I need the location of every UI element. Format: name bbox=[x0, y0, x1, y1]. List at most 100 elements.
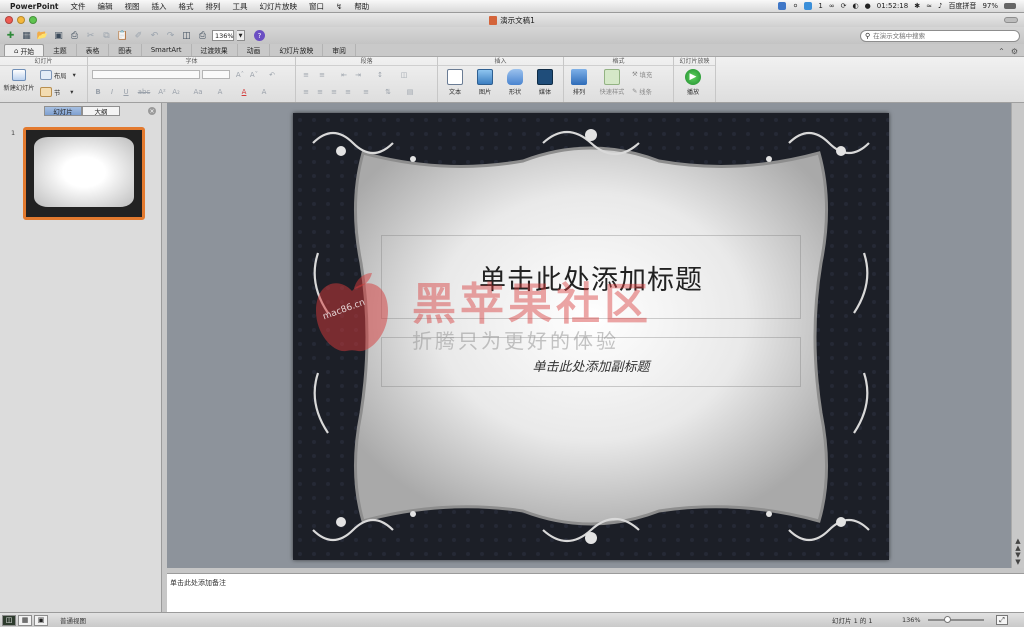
insert-picture-button[interactable]: 图片 bbox=[472, 69, 498, 96]
finder-icon[interactable] bbox=[778, 2, 787, 10]
script-menu-icon[interactable]: ↯ bbox=[330, 2, 348, 11]
paste-icon[interactable]: 📋 bbox=[116, 30, 129, 42]
slide-thumbnail[interactable] bbox=[23, 127, 145, 220]
grow-font-icon[interactable]: Aˆ bbox=[234, 70, 246, 80]
slide-sorter-button[interactable]: ▦ bbox=[18, 614, 32, 626]
tab-home[interactable]: ⌂ 开始 bbox=[4, 44, 45, 56]
align-text-icon[interactable]: ▤ bbox=[404, 87, 416, 97]
fill-button[interactable]: ⚒ 填充 bbox=[632, 70, 652, 79]
tab-charts[interactable]: 图表 bbox=[109, 44, 142, 56]
copy-icon[interactable]: ⧉ bbox=[100, 30, 113, 42]
font-size-select[interactable] bbox=[202, 70, 230, 79]
zoom-slider-handle[interactable] bbox=[944, 616, 951, 623]
search-box[interactable]: ⚲ bbox=[860, 30, 1020, 42]
menu-format[interactable]: 格式 bbox=[173, 1, 200, 12]
clear-format-icon[interactable]: ↶ bbox=[266, 70, 278, 80]
printer-icon[interactable]: ⎙ bbox=[196, 30, 209, 42]
redo-icon[interactable]: ↷ bbox=[164, 30, 177, 42]
minimize-window-button[interactable] bbox=[17, 16, 25, 24]
arrange-button[interactable]: 排列 bbox=[566, 69, 592, 96]
menu-help[interactable]: 帮助 bbox=[348, 1, 375, 12]
columns-icon[interactable]: ◫ bbox=[398, 70, 410, 80]
distribute-icon[interactable]: ≡ bbox=[360, 87, 372, 97]
numbering-icon[interactable]: ≡ bbox=[316, 70, 328, 80]
new-document-icon[interactable]: ✚ bbox=[4, 30, 17, 42]
tab-review[interactable]: 审阅 bbox=[323, 44, 356, 56]
undo-icon[interactable]: ↶ bbox=[148, 30, 161, 42]
align-left-icon[interactable]: ≡ bbox=[300, 87, 312, 97]
menu-window[interactable]: 窗口 bbox=[303, 1, 330, 12]
app-menu[interactable]: PowerPoint bbox=[0, 2, 65, 11]
insert-shape-button[interactable]: 形状 bbox=[502, 69, 528, 96]
line-button[interactable]: ✎ 线条 bbox=[632, 87, 652, 96]
normal-view-button[interactable]: ◫ bbox=[2, 614, 16, 626]
templates-icon[interactable]: ▦ bbox=[20, 30, 33, 42]
notes-pane[interactable]: 单击此处添加备注 bbox=[167, 573, 1024, 612]
play-button[interactable]: ▶ 播放 bbox=[680, 69, 706, 96]
zoom-window-button[interactable] bbox=[29, 16, 37, 24]
penguin-icon[interactable]: ● bbox=[865, 2, 871, 10]
font-name-select[interactable] bbox=[92, 70, 200, 79]
sync-circle-icon[interactable]: ⟳ bbox=[841, 2, 847, 10]
search-input[interactable] bbox=[873, 32, 1004, 40]
decrease-indent-icon[interactable]: ⇤ bbox=[338, 70, 350, 80]
sync-icon[interactable]: ⚪ bbox=[792, 2, 798, 10]
menu-tools[interactable]: 工具 bbox=[227, 1, 254, 12]
menu-insert[interactable]: 插入 bbox=[146, 1, 173, 12]
input-method-label[interactable]: 百度拼音 bbox=[948, 1, 976, 11]
volume-icon[interactable]: ♪ bbox=[938, 2, 942, 10]
save-icon[interactable]: ▣ bbox=[52, 30, 65, 42]
tab-tables[interactable]: 表格 bbox=[77, 44, 110, 56]
help-icon[interactable]: ? bbox=[254, 30, 265, 41]
bold-icon[interactable]: B bbox=[92, 87, 104, 97]
new-slide-button[interactable]: 新建幻灯片 bbox=[2, 69, 36, 92]
tab-slides[interactable]: 幻灯片 bbox=[44, 106, 82, 116]
subscript-icon[interactable]: A₂ bbox=[170, 87, 182, 97]
increase-indent-icon[interactable]: ⇥ bbox=[352, 70, 364, 80]
align-right-icon[interactable]: ≡ bbox=[328, 87, 340, 97]
close-window-button[interactable] bbox=[5, 16, 13, 24]
slideshow-view-button[interactable]: ▣ bbox=[34, 614, 48, 626]
align-center-icon[interactable]: ≡ bbox=[314, 87, 326, 97]
menu-view[interactable]: 视图 bbox=[119, 1, 146, 12]
quick-styles-button[interactable]: 快速样式 bbox=[594, 69, 630, 96]
print-icon[interactable]: ⎙ bbox=[68, 30, 81, 42]
text-direction-icon[interactable]: ⇅ bbox=[382, 87, 394, 97]
bluetooth-icon[interactable]: ✱ bbox=[914, 2, 920, 10]
wifi-icon[interactable]: ≈ bbox=[926, 2, 932, 10]
slide-canvas[interactable]: 单击此处添加标题 单击此处添加副标题 bbox=[293, 113, 889, 560]
menu-file[interactable]: 文件 bbox=[65, 1, 92, 12]
insert-media-button[interactable]: 媒体 bbox=[532, 69, 558, 96]
tab-slideshow[interactable]: 幻灯片放映 bbox=[270, 44, 324, 56]
title-placeholder[interactable]: 单击此处添加标题 bbox=[381, 235, 801, 319]
change-case-icon[interactable]: Aa bbox=[192, 87, 204, 97]
toolbar-toggle-button[interactable] bbox=[1004, 17, 1018, 23]
justify-icon[interactable]: ≡ bbox=[342, 87, 354, 97]
link-icon[interactable]: ∞ bbox=[829, 2, 835, 10]
cut-icon[interactable]: ✂ bbox=[84, 30, 97, 42]
menu-arrange[interactable]: 排列 bbox=[200, 1, 227, 12]
superscript-icon[interactable]: A² bbox=[156, 87, 168, 97]
page-nav-arrows-icon[interactable]: ▲ ▲ ▼ ▼ bbox=[1013, 538, 1023, 566]
format-painter-icon[interactable]: ✐ bbox=[132, 30, 145, 42]
section-button[interactable]: 节 ▾ bbox=[40, 87, 73, 97]
subtitle-placeholder[interactable]: 单击此处添加副标题 bbox=[381, 337, 801, 387]
italic-icon[interactable]: I bbox=[106, 87, 118, 97]
qq-icon[interactable] bbox=[804, 2, 813, 10]
font-color-icon[interactable]: A bbox=[238, 87, 250, 97]
bullets-icon[interactable]: ≡ bbox=[300, 70, 312, 80]
tab-outline[interactable]: 大纲 bbox=[82, 106, 120, 116]
line-spacing-icon[interactable]: ↕ bbox=[374, 70, 386, 80]
close-pane-icon[interactable]: × bbox=[148, 107, 156, 115]
tab-themes[interactable]: 主题 bbox=[44, 44, 77, 56]
tab-transitions[interactable]: 过渡效果 bbox=[192, 44, 238, 56]
text-effects-icon[interactable]: A bbox=[214, 87, 226, 97]
vertical-scrollbar[interactable]: ▲ ▲ ▼ ▼ bbox=[1011, 103, 1024, 568]
zoom-dropdown-arrow[interactable]: ▼ bbox=[237, 30, 245, 41]
menu-edit[interactable]: 编辑 bbox=[92, 1, 119, 12]
fit-to-window-icon[interactable]: ⤢ bbox=[996, 615, 1008, 625]
timemachine-icon[interactable]: ◐ bbox=[853, 2, 859, 10]
strikethrough-icon[interactable]: abc bbox=[138, 87, 151, 97]
underline-icon[interactable]: U bbox=[120, 87, 132, 97]
zoom-slider[interactable] bbox=[928, 619, 984, 621]
